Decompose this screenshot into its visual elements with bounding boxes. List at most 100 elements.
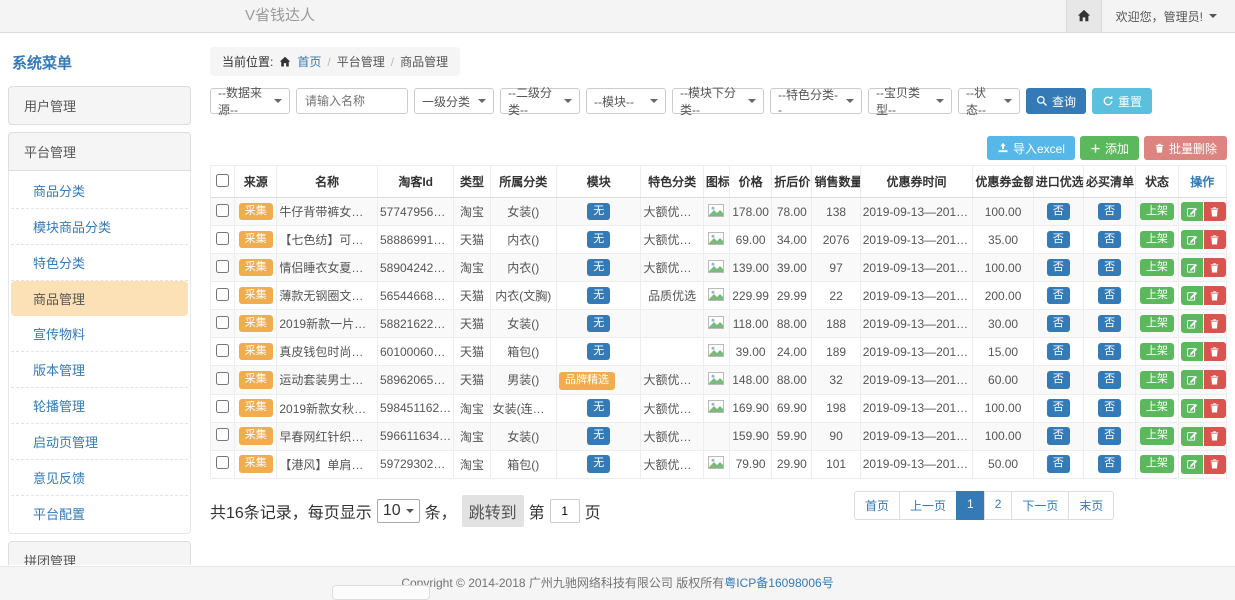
must-buy-toggle[interactable]: 否 bbox=[1098, 203, 1121, 221]
must-buy-toggle[interactable]: 否 bbox=[1098, 259, 1121, 277]
row-checkbox[interactable] bbox=[216, 260, 229, 273]
delete-button[interactable] bbox=[1204, 370, 1226, 389]
status-badge[interactable]: 上架 bbox=[1140, 455, 1174, 473]
status-badge[interactable]: 上架 bbox=[1140, 399, 1174, 417]
row-checkbox[interactable] bbox=[216, 204, 229, 217]
last-page-button[interactable]: 末页 bbox=[1068, 491, 1114, 520]
page-1-button[interactable]: 1 bbox=[956, 491, 985, 520]
page-2-button[interactable]: 2 bbox=[984, 491, 1013, 520]
edit-button[interactable] bbox=[1181, 258, 1203, 277]
must-buy-toggle[interactable]: 否 bbox=[1098, 343, 1121, 361]
delete-button[interactable] bbox=[1204, 314, 1226, 333]
sidebar-item-promo-material[interactable]: 宣传物料 bbox=[11, 316, 188, 352]
edit-button[interactable] bbox=[1181, 342, 1203, 361]
prev-page-button[interactable]: 上一页 bbox=[899, 491, 957, 520]
delete-button[interactable] bbox=[1204, 258, 1226, 277]
delete-button[interactable] bbox=[1204, 455, 1226, 474]
must-buy-toggle[interactable]: 否 bbox=[1098, 427, 1121, 445]
select-all-checkbox[interactable] bbox=[216, 174, 229, 187]
row-checkbox[interactable] bbox=[216, 400, 229, 413]
row-checkbox[interactable] bbox=[216, 288, 229, 301]
import-select-toggle[interactable]: 否 bbox=[1047, 427, 1070, 445]
next-page-button[interactable]: 下一页 bbox=[1011, 491, 1069, 520]
status-badge[interactable]: 上架 bbox=[1140, 231, 1174, 249]
status-badge[interactable]: 上架 bbox=[1140, 343, 1174, 361]
delete-button[interactable] bbox=[1204, 202, 1226, 221]
import-select-toggle[interactable]: 否 bbox=[1047, 343, 1070, 361]
edit-button[interactable] bbox=[1181, 399, 1203, 418]
sidebar-item-product-category[interactable]: 商品分类 bbox=[11, 173, 188, 209]
feature-category-select[interactable]: --特色分类-- bbox=[770, 88, 862, 114]
reset-button[interactable]: 重置 bbox=[1092, 88, 1152, 114]
edit-button[interactable] bbox=[1181, 427, 1203, 446]
import-select-toggle[interactable]: 否 bbox=[1047, 371, 1070, 389]
per-page-select[interactable]: 10 bbox=[377, 499, 420, 523]
must-buy-toggle[interactable]: 否 bbox=[1098, 231, 1121, 249]
status-select[interactable]: --状态-- bbox=[958, 88, 1020, 114]
import-select-toggle[interactable]: 否 bbox=[1047, 231, 1070, 249]
row-checkbox[interactable] bbox=[216, 372, 229, 385]
import-select-toggle[interactable]: 否 bbox=[1047, 203, 1070, 221]
delete-button[interactable] bbox=[1204, 286, 1226, 305]
item-type-select[interactable]: --宝贝类型-- bbox=[868, 88, 952, 114]
delete-button[interactable] bbox=[1204, 427, 1226, 446]
edit-button[interactable] bbox=[1181, 370, 1203, 389]
edit-button[interactable] bbox=[1181, 286, 1203, 305]
sidebar-item-carousel-manage[interactable]: 轮播管理 bbox=[11, 388, 188, 424]
search-button[interactable]: 查询 bbox=[1026, 88, 1086, 114]
edit-button[interactable] bbox=[1181, 230, 1203, 249]
edit-button[interactable] bbox=[1181, 202, 1203, 221]
import-select-toggle[interactable]: 否 bbox=[1047, 259, 1070, 277]
module-select[interactable]: --模块-- bbox=[586, 88, 666, 114]
sidebar-item-platform-config[interactable]: 平台配置 bbox=[11, 496, 188, 531]
sidebar-item-product-manage[interactable]: 商品管理 bbox=[11, 281, 188, 316]
delete-button[interactable] bbox=[1204, 230, 1226, 249]
import-select-toggle[interactable]: 否 bbox=[1047, 455, 1070, 473]
must-buy-toggle[interactable]: 否 bbox=[1098, 287, 1121, 305]
must-buy-toggle[interactable]: 否 bbox=[1098, 371, 1121, 389]
import-excel-button[interactable]: 导入excel bbox=[987, 136, 1075, 160]
module-subcategory-select[interactable]: --模块下分类-- bbox=[672, 88, 764, 114]
must-buy-toggle[interactable]: 否 bbox=[1098, 399, 1121, 417]
status-badge[interactable]: 上架 bbox=[1140, 315, 1174, 333]
sidebar-group-groupbuy[interactable]: 拼团管理 bbox=[8, 541, 191, 565]
import-select-toggle[interactable]: 否 bbox=[1047, 287, 1070, 305]
import-select-toggle[interactable]: 否 bbox=[1047, 399, 1070, 417]
delete-button[interactable] bbox=[1204, 399, 1226, 418]
sidebar-item-version-manage[interactable]: 版本管理 bbox=[11, 352, 188, 388]
home-button[interactable] bbox=[1066, 0, 1102, 32]
sidebar-item-feedback[interactable]: 意见反馈 bbox=[11, 460, 188, 496]
status-badge[interactable]: 上架 bbox=[1140, 203, 1174, 221]
row-checkbox[interactable] bbox=[216, 456, 229, 469]
user-menu[interactable]: 欢迎您，管理员! bbox=[1102, 8, 1235, 25]
must-buy-toggle[interactable]: 否 bbox=[1098, 455, 1121, 473]
sidebar-item-splash-manage[interactable]: 启动页管理 bbox=[11, 424, 188, 460]
row-checkbox[interactable] bbox=[216, 316, 229, 329]
batch-delete-button[interactable]: 批量删除 bbox=[1144, 136, 1227, 160]
data-source-select[interactable]: --数据来源-- bbox=[210, 88, 290, 114]
status-badge[interactable]: 上架 bbox=[1140, 371, 1174, 389]
status-badge[interactable]: 上架 bbox=[1140, 259, 1174, 277]
level1-category-select[interactable]: 一级分类 bbox=[414, 88, 494, 114]
breadcrumb-home-link[interactable]: 首页 bbox=[297, 53, 321, 70]
status-badge[interactable]: 上架 bbox=[1140, 287, 1174, 305]
jump-page-input[interactable] bbox=[550, 499, 580, 523]
first-page-button[interactable]: 首页 bbox=[854, 491, 900, 520]
sidebar-group-users[interactable]: 用户管理 bbox=[8, 86, 191, 125]
jump-button[interactable]: 跳转到 bbox=[462, 495, 524, 527]
level2-category-select[interactable]: --二级分类-- bbox=[500, 88, 580, 114]
status-badge[interactable]: 上架 bbox=[1140, 427, 1174, 445]
name-search-input[interactable] bbox=[296, 88, 408, 114]
sidebar-item-feature-category[interactable]: 特色分类 bbox=[11, 245, 188, 281]
icp-link[interactable]: 粤ICP备16098006号 bbox=[724, 576, 833, 590]
add-button[interactable]: 添加 bbox=[1080, 136, 1139, 160]
row-checkbox[interactable] bbox=[216, 344, 229, 357]
row-checkbox[interactable] bbox=[216, 428, 229, 441]
must-buy-toggle[interactable]: 否 bbox=[1098, 315, 1121, 333]
row-checkbox[interactable] bbox=[216, 232, 229, 245]
delete-button[interactable] bbox=[1204, 342, 1226, 361]
sidebar-item-module-product-category[interactable]: 模块商品分类 bbox=[11, 209, 188, 245]
edit-button[interactable] bbox=[1181, 314, 1203, 333]
import-select-toggle[interactable]: 否 bbox=[1047, 315, 1070, 333]
edit-button[interactable] bbox=[1181, 455, 1203, 474]
